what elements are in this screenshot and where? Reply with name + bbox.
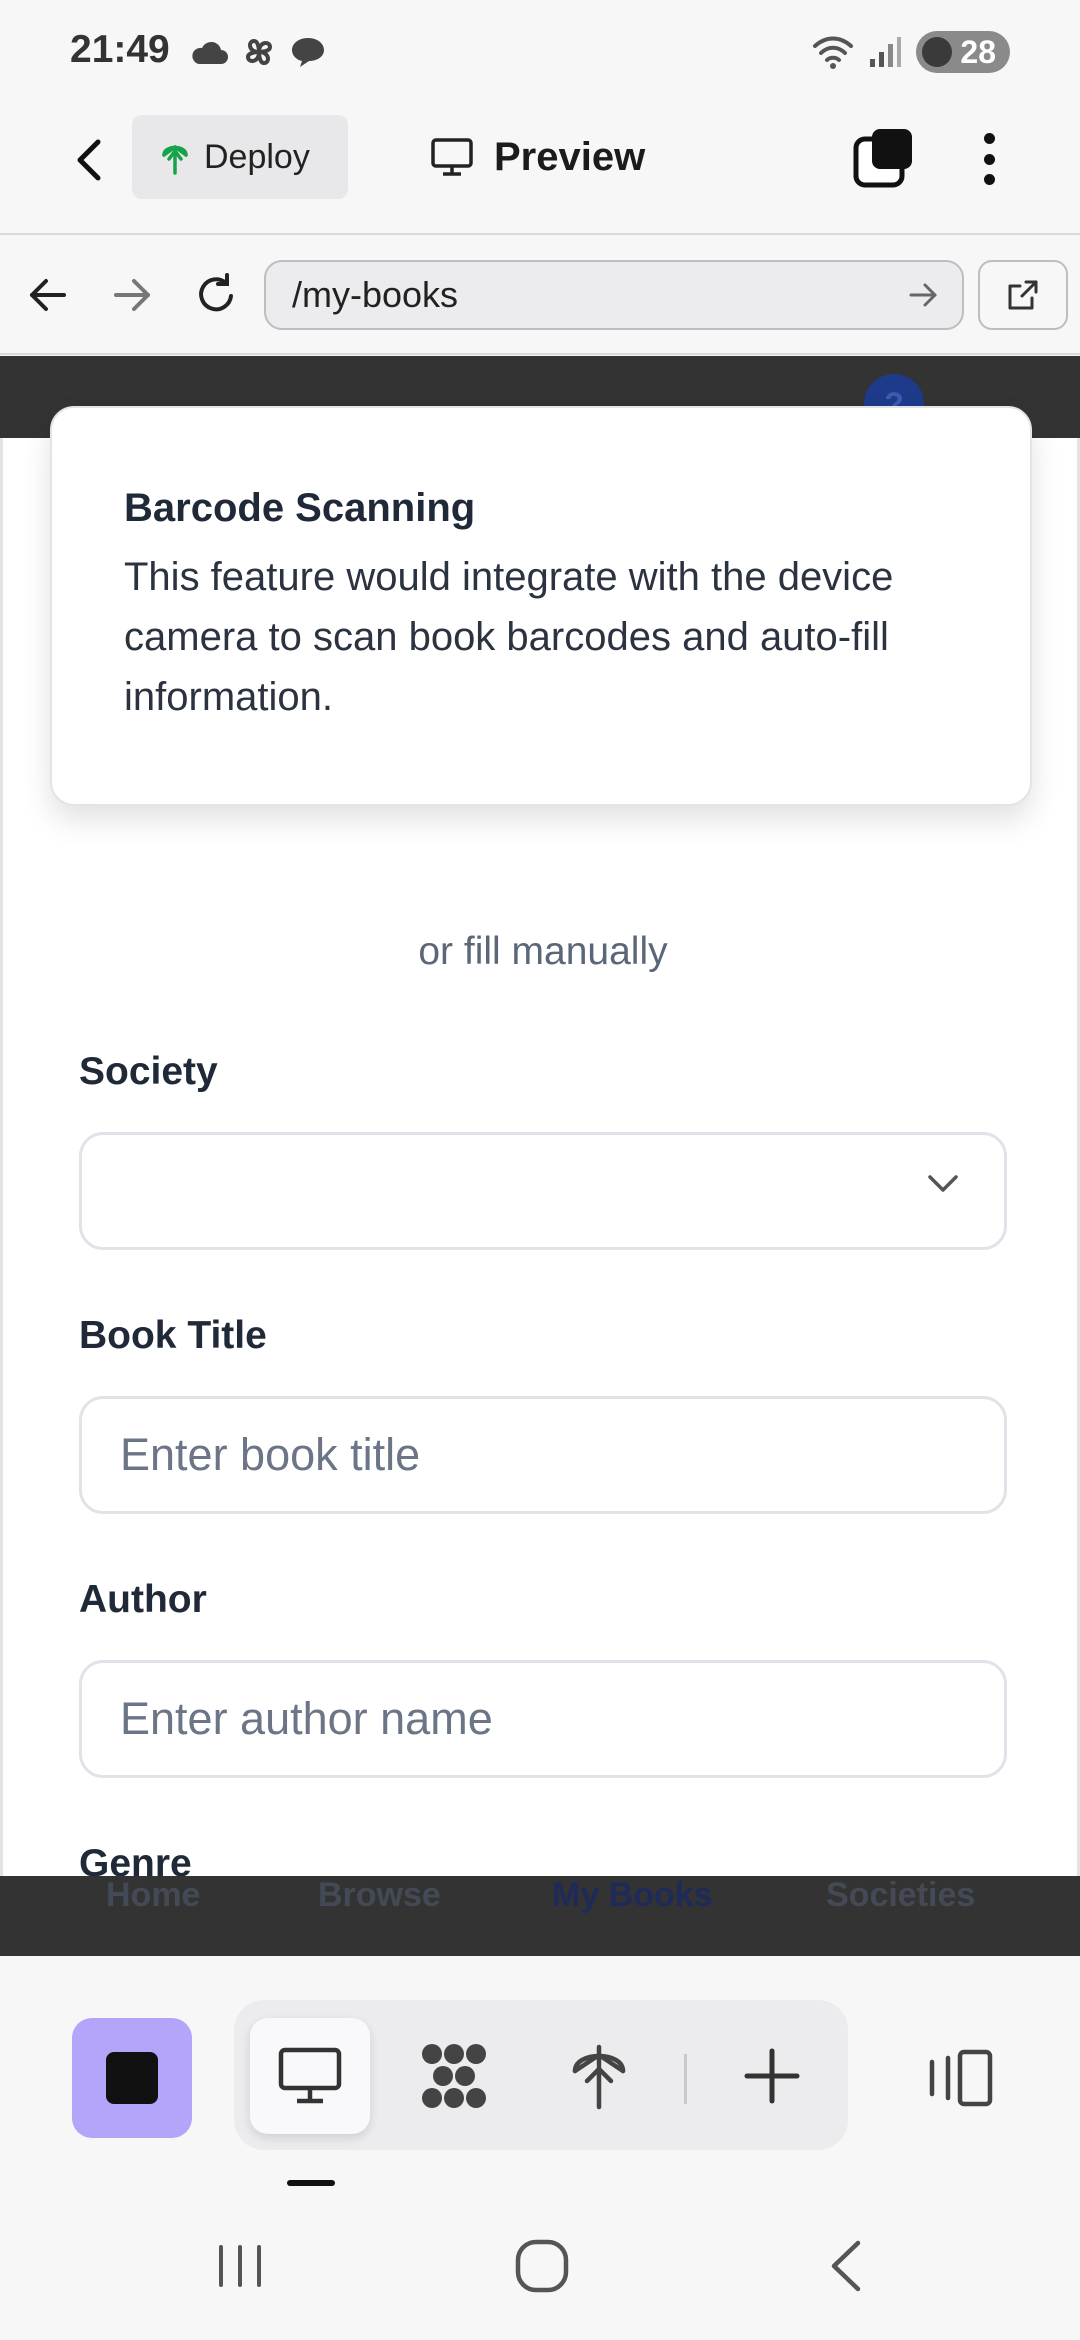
dot-icon	[983, 133, 995, 144]
monitor-icon	[431, 138, 473, 176]
battery-icon: 28	[916, 31, 1010, 73]
editor-toolbar	[0, 1956, 1080, 2186]
status-time: 21:49	[70, 28, 170, 71]
toast-title: Barcode Scanning	[124, 486, 476, 530]
webview: ? or fill manually Society Book Title En…	[0, 356, 1080, 1956]
status-left-icons	[190, 30, 326, 74]
status-right-icons: 28	[812, 30, 1010, 74]
browser-forward-button[interactable]	[104, 267, 160, 323]
recent-apps-icon	[219, 2245, 261, 2287]
author-input[interactable]: Enter author name	[79, 1660, 1007, 1778]
open-external-button[interactable]	[978, 260, 1068, 330]
monitor-icon	[278, 2047, 342, 2104]
society-label: Society	[79, 1050, 218, 1093]
tool-group	[234, 2000, 848, 2150]
toolbar-divider	[684, 2054, 687, 2104]
stop-button[interactable]	[72, 2018, 192, 2138]
book-title-input[interactable]: Enter book title	[79, 1396, 1007, 1514]
society-select[interactable]	[79, 1132, 1007, 1250]
status-bar: 21:49 28	[0, 0, 1080, 105]
deploy-tool-button[interactable]	[539, 2018, 659, 2134]
plus-icon	[744, 2048, 800, 2104]
cloud-icon	[192, 41, 228, 64]
fill-manually-divider: or fill manually	[418, 930, 668, 973]
chevron-left-icon	[77, 139, 101, 181]
external-link-icon	[1008, 280, 1038, 310]
reload-icon	[199, 273, 233, 312]
home-circle-icon	[515, 2239, 569, 2293]
nodes-icon	[422, 2044, 486, 2108]
deploy-icon	[572, 2044, 626, 2110]
url-text: /my-books	[292, 274, 459, 315]
deploy-label: Deploy	[204, 137, 310, 176]
chevron-left-icon	[831, 2240, 861, 2292]
add-tool-button[interactable]	[712, 2018, 832, 2134]
author-placeholder: Enter author name	[120, 1693, 493, 1744]
more-menu-button[interactable]	[964, 127, 1014, 191]
system-navigation-bar	[0, 2186, 1080, 2340]
side-panel-icon	[929, 2049, 993, 2107]
deploy-button[interactable]: Deploy	[132, 115, 348, 199]
preview-button[interactable]: Preview	[430, 125, 645, 189]
chevron-down-icon	[928, 1175, 958, 1192]
back-button[interactable]	[60, 132, 116, 188]
nav-item-home[interactable]: Home	[106, 1876, 200, 1915]
nav-item-societies[interactable]: Societies	[826, 1876, 975, 1915]
home-button[interactable]	[502, 2226, 582, 2306]
arrow-left-icon	[30, 279, 66, 311]
app-bottom-nav: Home Browse My Books Societies	[0, 1876, 1080, 1956]
barcode-scanning-toast: Barcode Scanning This feature would inte…	[50, 406, 1032, 806]
book-title-placeholder: Enter book title	[120, 1429, 421, 1480]
reload-button[interactable]	[188, 267, 244, 323]
recent-apps-button[interactable]	[200, 2226, 280, 2306]
arrow-right-icon	[114, 279, 150, 311]
system-back-button[interactable]	[806, 2226, 886, 2306]
stop-icon	[106, 2052, 158, 2104]
dot-icon	[983, 153, 995, 165]
book-title-label: Book Title	[79, 1314, 267, 1357]
stacked-squares-icon	[853, 129, 912, 188]
app-bar: Deploy Preview	[0, 105, 1080, 235]
browser-bar: /my-books	[0, 237, 1080, 355]
chat-bubble-icon	[292, 38, 324, 67]
tabs-button[interactable]	[852, 127, 916, 191]
panel-toggle-button[interactable]	[900, 2018, 1020, 2138]
url-field[interactable]: /my-books	[264, 260, 964, 330]
preview-tool-button[interactable]	[250, 2018, 370, 2134]
pinwheel-icon	[245, 38, 273, 66]
nav-item-my-books[interactable]: My Books	[552, 1876, 713, 1915]
workflow-tool-button[interactable]	[394, 2018, 514, 2134]
deploy-icon	[162, 144, 188, 175]
wifi-icon	[813, 36, 854, 69]
nav-item-browse[interactable]: Browse	[318, 1876, 441, 1915]
toast-body: This feature would integrate with the de…	[124, 555, 894, 719]
go-arrow-icon[interactable]	[908, 282, 938, 308]
browser-back-button[interactable]	[20, 267, 76, 323]
dot-icon	[983, 174, 995, 185]
preview-label: Preview	[494, 134, 646, 179]
author-label: Author	[79, 1578, 207, 1621]
signal-icon	[870, 37, 902, 67]
